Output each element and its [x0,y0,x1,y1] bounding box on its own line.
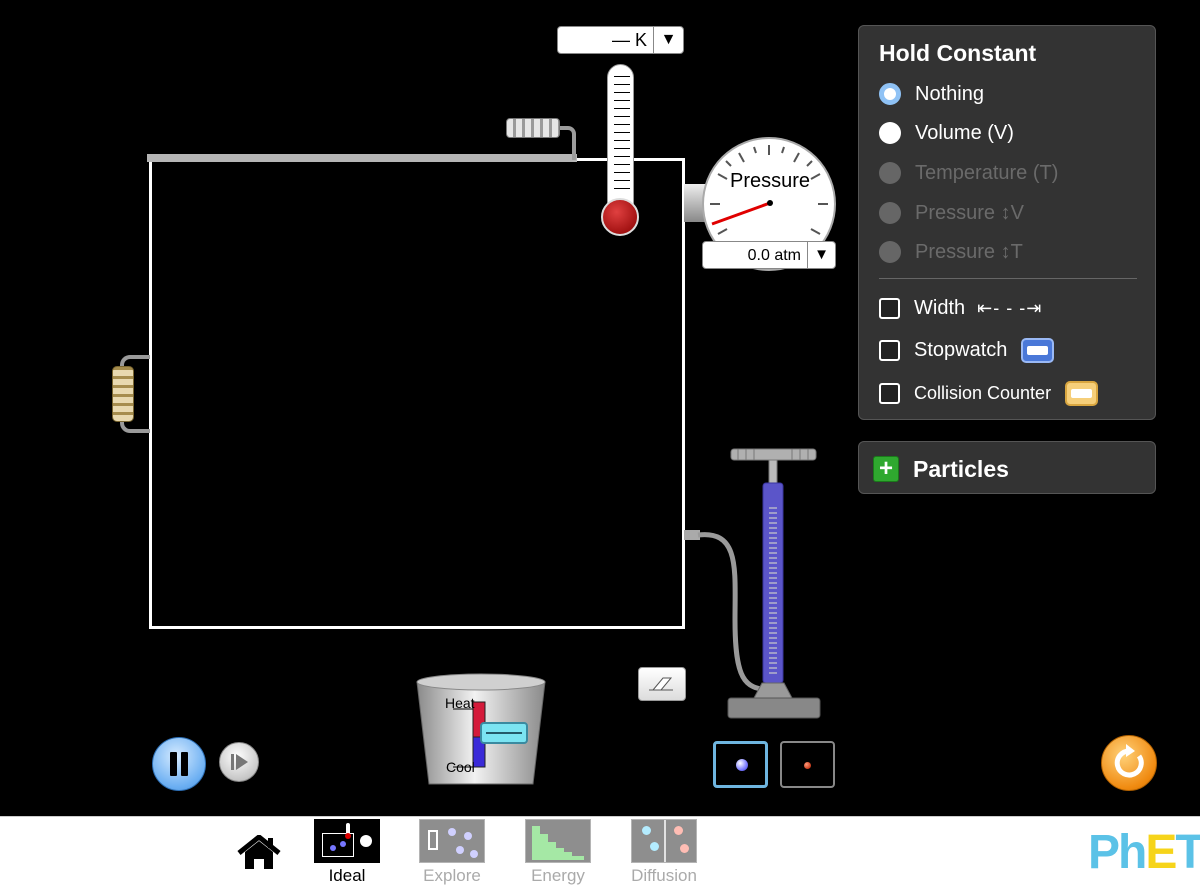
home-icon[interactable] [237,835,281,871]
tab-energy[interactable]: Energy [525,819,591,886]
radio-disabled-icon [879,162,901,184]
radio-volume[interactable]: Volume (V) [879,120,1014,146]
heat-cool-slider-thumb[interactable] [480,722,528,744]
radio-pressure-t: Pressure ↕T [879,239,1023,265]
diffusion-thumbnail-icon [631,819,697,863]
eraser-icon [649,677,673,691]
tab-label: Energy [531,866,585,885]
navigation-bar: Ideal Explore Energy Diffusion PhET [0,816,1200,887]
bicycle-pump[interactable] [726,446,822,722]
tab-label: Diffusion [631,866,697,885]
radio-label: Pressure ↕T [915,240,1023,263]
radio-label: Volume (V) [915,121,1014,144]
panel-divider [879,278,1137,279]
reset-all-button[interactable] [1101,735,1157,791]
reset-icon [1114,744,1144,778]
checkbox-label: Width [914,296,966,319]
step-forward-button[interactable] [219,742,259,782]
radio-selected-icon[interactable] [879,83,901,105]
radio-icon[interactable] [879,122,901,144]
cool-label: Cool [446,759,475,775]
checkbox-icon[interactable] [879,297,900,319]
explore-thumbnail-icon [419,819,485,863]
light-particle-icon [804,762,811,769]
heat-label: Heat [445,695,475,711]
radio-label: Temperature (T) [915,161,1059,184]
phet-logo[interactable]: PhET [1088,825,1200,880]
tab-explore[interactable]: Explore [419,819,485,886]
tab-diffusion[interactable]: Diffusion [631,819,697,886]
tab-label: Ideal [328,866,366,885]
particles-panel[interactable]: + Particles [858,441,1156,494]
width-checkbox[interactable]: Width ⇤- - -⇥ [879,295,1042,321]
energy-thumbnail-icon [525,819,591,863]
light-particle-button[interactable] [780,741,835,788]
radio-temperature: Temperature (T) [879,160,1058,186]
expand-plus-icon[interactable]: + [873,456,899,482]
radio-label: Pressure ↕V [915,201,1024,224]
radio-disabled-icon [879,202,901,224]
tab-ideal[interactable]: Ideal [314,819,380,886]
checkbox-label: Collision Counter [914,382,1052,403]
step-icon [231,754,248,770]
radio-disabled-icon [879,241,901,263]
heavy-particle-button[interactable] [713,741,768,788]
hold-constant-title: Hold Constant [879,40,1037,66]
stopwatch-checkbox[interactable]: Stopwatch [879,337,1055,363]
heavy-particle-icon [736,759,748,771]
collision-counter-icon [1065,380,1099,406]
checkbox-icon[interactable] [879,382,900,404]
pause-button[interactable] [152,737,206,791]
checkbox-icon[interactable] [879,339,900,361]
width-arrow-icon: ⇤- - -⇥ [977,297,1043,318]
ideal-thumbnail-icon [314,819,380,863]
erase-particles-button[interactable] [638,667,686,701]
simulation-play-area: — K ▼ Pressure 0.0 atm ▼ Heat Cool Hold … [0,0,1200,816]
radio-nothing[interactable]: Nothing [879,81,984,107]
radio-pressure-v: Pressure ↕V [879,200,1024,226]
hold-constant-panel: Hold Constant Nothing Volume (V) Tempera… [858,25,1156,420]
checkbox-label: Stopwatch [914,338,1008,361]
collision-counter-checkbox[interactable]: Collision Counter [879,380,1099,406]
tab-label: Explore [423,866,481,885]
radio-label: Nothing [915,82,984,105]
particles-title: Particles [913,456,1009,482]
stopwatch-icon [1021,337,1055,363]
